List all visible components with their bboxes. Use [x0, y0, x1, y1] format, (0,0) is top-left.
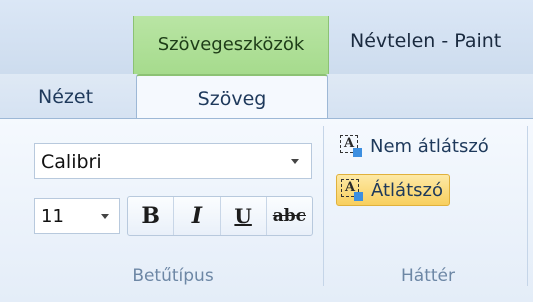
group-divider — [323, 126, 324, 286]
chevron-down-icon — [291, 159, 299, 164]
italic-button[interactable]: I — [174, 197, 221, 235]
tab-nezet[interactable]: Nézet — [38, 86, 93, 108]
background-group-label: Háttér — [401, 266, 455, 286]
transparent-background-icon: A — [341, 179, 363, 201]
font-family-dropdown[interactable]: Calibri — [34, 143, 312, 179]
font-size-dropdown[interactable]: 11 — [34, 198, 120, 234]
group-divider — [527, 126, 528, 286]
tab-szoveg-label: Szöveg — [197, 88, 267, 110]
context-tab-label: Szövegeszközök — [157, 34, 305, 55]
font-family-value: Calibri — [41, 151, 102, 173]
transparent-background-option[interactable]: A Átlátszó — [336, 174, 450, 206]
context-tab-header: Szövegeszközök — [133, 16, 329, 74]
transparent-background-label: Átlátszó — [371, 179, 443, 201]
chevron-down-icon — [101, 214, 109, 219]
font-size-value: 11 — [41, 206, 64, 227]
opaque-background-icon: A — [340, 135, 362, 157]
tab-szoveg[interactable]: Szöveg — [136, 74, 328, 120]
underline-button[interactable]: U — [221, 197, 267, 235]
text-format-buttons: B I U abc — [127, 196, 313, 236]
font-group-label: Betűtípus — [132, 266, 214, 286]
strikethrough-button[interactable]: abc — [267, 197, 312, 235]
opaque-background-label: Nem átlátszó — [370, 135, 489, 157]
bold-button[interactable]: B — [128, 197, 175, 235]
opaque-background-option[interactable]: A Nem átlátszó — [336, 130, 495, 162]
window-title: Névtelen - Paint — [350, 30, 502, 52]
